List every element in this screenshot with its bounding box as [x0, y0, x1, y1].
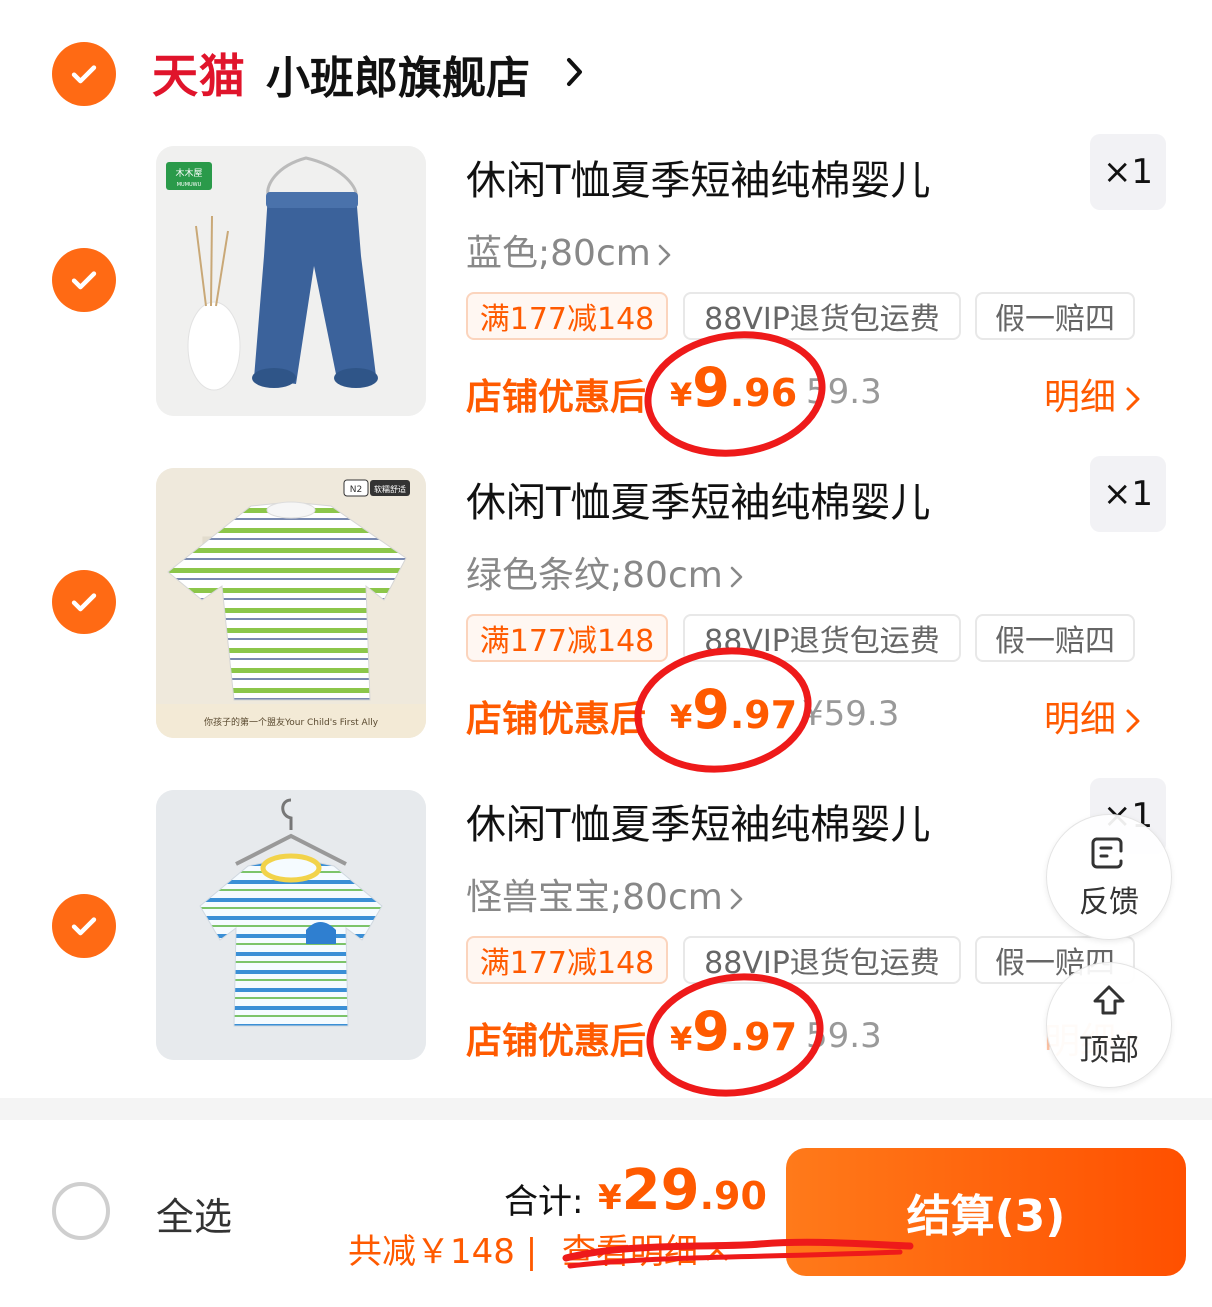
store-checkbox[interactable]: [52, 42, 116, 106]
annotation-circle: [638, 962, 832, 1108]
tmall-logo: 天猫: [152, 49, 246, 103]
select-all-checkbox[interactable]: [52, 1182, 110, 1240]
product-image[interactable]: 木木屋 MUMUWU: [156, 146, 426, 416]
checkmark-icon: [71, 271, 97, 290]
badge-n2: N2: [350, 485, 362, 495]
feedback-label: 反馈: [1079, 885, 1139, 920]
product-title[interactable]: 休闲T恤夏季短袖纯棉婴儿: [466, 792, 930, 850]
chevron-right-icon: [1126, 709, 1140, 733]
guarantee-tag: 假一赔四: [975, 614, 1135, 662]
arrow-up-icon: [1093, 985, 1125, 1015]
price-label: 店铺优惠后: [466, 699, 647, 740]
checkmark-icon: [71, 65, 97, 84]
brand-sub-label: MUMUWU: [177, 182, 202, 188]
chevron-right-icon: [658, 244, 671, 266]
chevron-right-icon[interactable]: [562, 52, 588, 92]
chevron-right-icon: [1126, 387, 1140, 411]
badge-soft: 软糯舒适: [374, 484, 406, 494]
checkmark-icon: [71, 917, 97, 936]
feedback-button[interactable]: 反馈: [1046, 814, 1172, 940]
item-checkbox[interactable]: [52, 570, 116, 634]
product-image[interactable]: [156, 790, 426, 1060]
price-label: 店铺优惠后: [466, 1021, 647, 1062]
product-spec[interactable]: 怪兽宝宝;80cm: [466, 868, 745, 920]
checkmark-icon: [71, 593, 97, 612]
edit-note-icon: [1091, 837, 1123, 869]
item-checkbox[interactable]: [52, 248, 116, 312]
chevron-right-icon: [730, 566, 743, 588]
store-header: 天猫 小班郎旗舰店: [0, 0, 1212, 140]
detail-link[interactable]: 明细: [1044, 368, 1142, 420]
checkout-bar: 全选 合计: ¥29.90 共减￥148 | 查看明细 结算(3): [0, 1120, 1212, 1307]
checkout-button[interactable]: 结算(3): [786, 1148, 1186, 1276]
product-spec[interactable]: 蓝色;80cm: [466, 224, 673, 276]
back-to-top-button[interactable]: 顶部: [1046, 962, 1172, 1088]
product-title[interactable]: 休闲T恤夏季短袖纯棉婴儿: [466, 148, 930, 206]
promo-tag: 满177减148: [466, 936, 668, 984]
cart-item: 休闲T恤夏季短袖纯棉婴儿 ×1 怪兽宝宝;80cm 满177减148 88VIP…: [0, 778, 1212, 1113]
cart-item: D R N2 软糯舒适 你孩子的第一个盟友Your Child's First …: [0, 456, 1212, 791]
spec-label: 怪兽宝宝;80cm: [466, 877, 723, 918]
total-price: ¥29.90: [598, 1158, 767, 1223]
quantity-stepper[interactable]: ×1: [1090, 456, 1166, 532]
price-label: 店铺优惠后: [466, 377, 647, 418]
select-all-label[interactable]: 全选: [156, 1186, 232, 1241]
original-price: ¥59.3: [802, 694, 900, 734]
guarantee-tag: 假一赔四: [975, 292, 1135, 340]
divider: [0, 1098, 1212, 1120]
chevron-up-icon: [706, 1248, 728, 1260]
view-detail-link[interactable]: 查看明细: [562, 1224, 730, 1273]
top-label: 顶部: [1079, 1033, 1139, 1068]
total-label: 合计:: [504, 1182, 584, 1222]
promo-tag: 满177减148: [466, 292, 668, 340]
store-name[interactable]: 小班郎旗舰店: [266, 42, 530, 106]
promo-tag: 满177减148: [466, 614, 668, 662]
cart-item: 木木屋 MUMUWU 休闲T恤夏季短袖纯棉婴儿 ×1 蓝色;80cm 满177减…: [0, 134, 1212, 469]
product-title[interactable]: 休闲T恤夏季短袖纯棉婴儿: [466, 470, 930, 528]
image-caption: 你孩子的第一个盟友Your Child's First Ally: [204, 716, 379, 728]
saving-summary: 共减￥148 |: [348, 1232, 538, 1272]
product-spec[interactable]: 绿色条纹;80cm: [466, 546, 745, 598]
chevron-right-icon: [730, 888, 743, 910]
quantity-stepper[interactable]: ×1: [1090, 134, 1166, 210]
product-image[interactable]: D R N2 软糯舒适 你孩子的第一个盟友Your Child's First …: [156, 468, 426, 738]
annotation-circle: [636, 319, 834, 469]
brand-label: 木木屋: [175, 167, 202, 179]
spec-label: 蓝色;80cm: [466, 233, 651, 274]
spec-label: 绿色条纹;80cm: [466, 555, 723, 596]
item-checkbox[interactable]: [52, 894, 116, 958]
detail-link[interactable]: 明细: [1044, 690, 1142, 742]
